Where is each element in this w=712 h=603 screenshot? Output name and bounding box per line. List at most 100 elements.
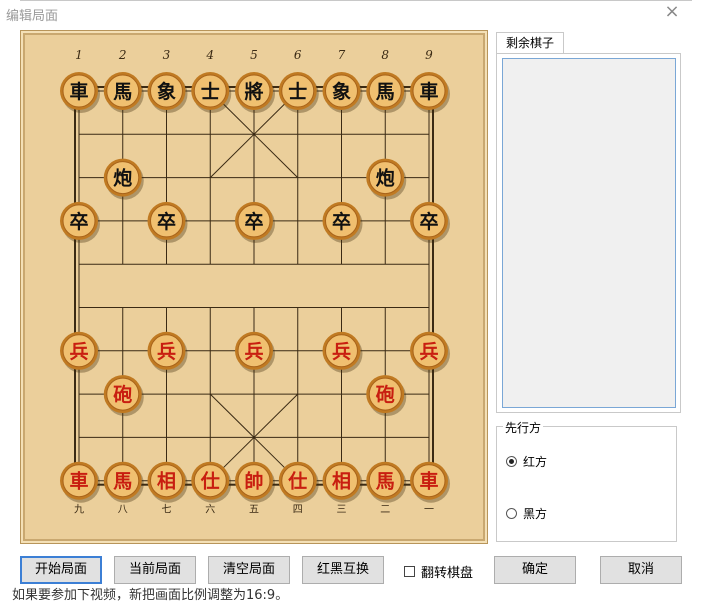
piece-label: 車 bbox=[69, 470, 88, 493]
piece-label: 炮 bbox=[113, 167, 132, 190]
piece-label: 車 bbox=[419, 470, 438, 493]
radio-red-first[interactable]: 红方 bbox=[506, 453, 547, 470]
piece-label: 仕 bbox=[287, 470, 307, 493]
piece-label: 卒 bbox=[69, 210, 88, 233]
red-piece[interactable]: 仕 bbox=[191, 461, 232, 503]
piece-label: 卒 bbox=[157, 210, 176, 233]
piece-label: 兵 bbox=[157, 341, 176, 363]
cancel-button[interactable]: 取消 bbox=[600, 556, 682, 584]
red-piece[interactable]: 兵 bbox=[322, 331, 363, 373]
piece-label: 相 bbox=[332, 471, 351, 493]
red-piece[interactable]: 砲 bbox=[103, 375, 144, 417]
red-piece[interactable]: 兵 bbox=[235, 331, 275, 373]
checkbox-icon[interactable] bbox=[404, 566, 415, 577]
swap-colors-button[interactable]: 红黑互换 bbox=[302, 556, 384, 584]
board-canvas[interactable]: 1 2 3 4 5 6 7 8 9九八七六五四三二一車馬象士將士象馬車炮 炮卒卒卒卒卒兵兵兵兵兵砲… bbox=[21, 31, 489, 545]
close-icon[interactable]: × bbox=[662, 2, 682, 22]
red-piece[interactable]: 兵 bbox=[147, 331, 188, 373]
top-file-number: 1 bbox=[75, 48, 83, 62]
piece-label: 卒 bbox=[244, 210, 263, 233]
top-file-number: 4 bbox=[205, 48, 214, 62]
top-file-number: 6 bbox=[294, 48, 302, 62]
piece-label: 車 bbox=[419, 80, 438, 103]
black-piece[interactable]: 士 bbox=[191, 72, 232, 113]
black-piece[interactable]: 卒 bbox=[235, 201, 275, 243]
red-piece[interactable]: 砲 bbox=[366, 375, 407, 417]
piece-label: 砲 bbox=[113, 384, 132, 406]
bottom-file-number: 二 bbox=[380, 505, 390, 516]
black-piece[interactable]: 炮 bbox=[103, 158, 144, 200]
bottom-file-number: 八 bbox=[118, 505, 128, 516]
red-piece[interactable]: 兵 bbox=[60, 331, 100, 373]
piece-label: 仕 bbox=[200, 470, 220, 493]
red-piece[interactable]: 相 bbox=[322, 461, 363, 503]
piece-label: 士 bbox=[201, 81, 220, 103]
piece-label: 帥 bbox=[244, 470, 263, 493]
piece-label: 卒 bbox=[419, 210, 438, 233]
piece-label: 馬 bbox=[376, 81, 395, 103]
red-piece[interactable]: 仕 bbox=[278, 461, 319, 503]
red-piece[interactable]: 馬 bbox=[103, 461, 144, 503]
red-piece[interactable]: 車 bbox=[410, 461, 450, 503]
piece-label: 兵 bbox=[244, 341, 263, 363]
top-file-number: 3 bbox=[163, 48, 171, 62]
black-piece[interactable]: 卒 bbox=[322, 201, 363, 243]
window-top-border bbox=[20, 0, 692, 1]
radio-selected-icon[interactable] bbox=[506, 456, 517, 467]
piece-label: 馬 bbox=[376, 471, 395, 493]
ok-button[interactable]: 确定 bbox=[494, 556, 576, 584]
bottom-file-number: 五 bbox=[249, 505, 259, 516]
start-position-button[interactable]: 开始局面 bbox=[20, 556, 102, 584]
piece-label: 車 bbox=[69, 80, 88, 103]
piece-label: 卒 bbox=[332, 210, 351, 233]
piece-label: 砲 bbox=[376, 384, 395, 406]
top-file-number: 2 bbox=[118, 48, 127, 62]
red-piece[interactable]: 帥 bbox=[235, 461, 275, 503]
red-piece[interactable]: 兵 bbox=[410, 331, 450, 373]
remaining-pieces-list[interactable] bbox=[502, 58, 676, 408]
top-file-number: 5 bbox=[250, 48, 258, 62]
black-piece[interactable]: 象 bbox=[147, 72, 188, 113]
top-file-number: 8 bbox=[381, 48, 389, 62]
black-piece[interactable]: 卒 bbox=[147, 201, 188, 243]
black-piece[interactable]: 卒 bbox=[410, 201, 450, 243]
bottom-file-number: 六 bbox=[205, 504, 215, 516]
black-piece[interactable]: 炮 bbox=[366, 158, 407, 200]
chess-board[interactable]: 123456789九八七六五四三二一車馬象士將士象馬車炮炮卒卒卒卒卒兵兵兵兵兵砲… bbox=[20, 30, 488, 544]
bottom-file-number: 三 bbox=[337, 505, 347, 516]
piece-label: 士 bbox=[288, 81, 307, 103]
black-piece[interactable]: 馬 bbox=[103, 72, 144, 113]
flip-board-checkbox[interactable]: 翻转棋盘 bbox=[404, 562, 473, 581]
black-piece[interactable]: 車 bbox=[60, 72, 100, 113]
current-position-button[interactable]: 当前局面 bbox=[114, 556, 196, 584]
red-piece[interactable]: 馬 bbox=[366, 461, 407, 503]
clear-board-button[interactable]: 清空局面 bbox=[208, 556, 290, 584]
dialog-title: 编辑局面 bbox=[6, 9, 59, 24]
radio-black-first[interactable]: 黑方 bbox=[506, 505, 547, 522]
black-piece[interactable]: 象 bbox=[322, 72, 363, 113]
top-file-number: 9 bbox=[425, 48, 433, 62]
top-file-number: 7 bbox=[338, 48, 346, 62]
piece-label: 兵 bbox=[332, 341, 351, 363]
piece-label: 象 bbox=[157, 80, 176, 103]
black-piece[interactable]: 將 bbox=[235, 72, 275, 113]
tab-remaining-pieces[interactable]: 剩余棋子 bbox=[496, 32, 564, 54]
piece-label: 炮 bbox=[376, 167, 395, 190]
black-piece[interactable]: 士 bbox=[278, 72, 319, 113]
radio-unselected-icon[interactable] bbox=[506, 508, 517, 519]
first-move-group bbox=[496, 426, 677, 542]
black-piece[interactable]: 馬 bbox=[366, 72, 407, 113]
black-piece[interactable]: 車 bbox=[410, 72, 450, 113]
piece-label: 兵 bbox=[69, 341, 88, 363]
black-piece[interactable]: 卒 bbox=[60, 201, 100, 243]
radio-red-label: 红方 bbox=[523, 455, 548, 469]
piece-label: 馬 bbox=[113, 81, 132, 103]
red-piece[interactable]: 車 bbox=[60, 461, 100, 503]
radio-black-label: 黑方 bbox=[523, 507, 548, 521]
first-move-label: 先行方 bbox=[503, 419, 544, 436]
piece-label: 兵 bbox=[419, 341, 438, 363]
bottom-file-number: 四 bbox=[293, 505, 303, 516]
bottom-file-number: 一 bbox=[424, 505, 434, 516]
red-piece[interactable]: 相 bbox=[147, 461, 188, 503]
piece-label: 象 bbox=[332, 80, 351, 103]
